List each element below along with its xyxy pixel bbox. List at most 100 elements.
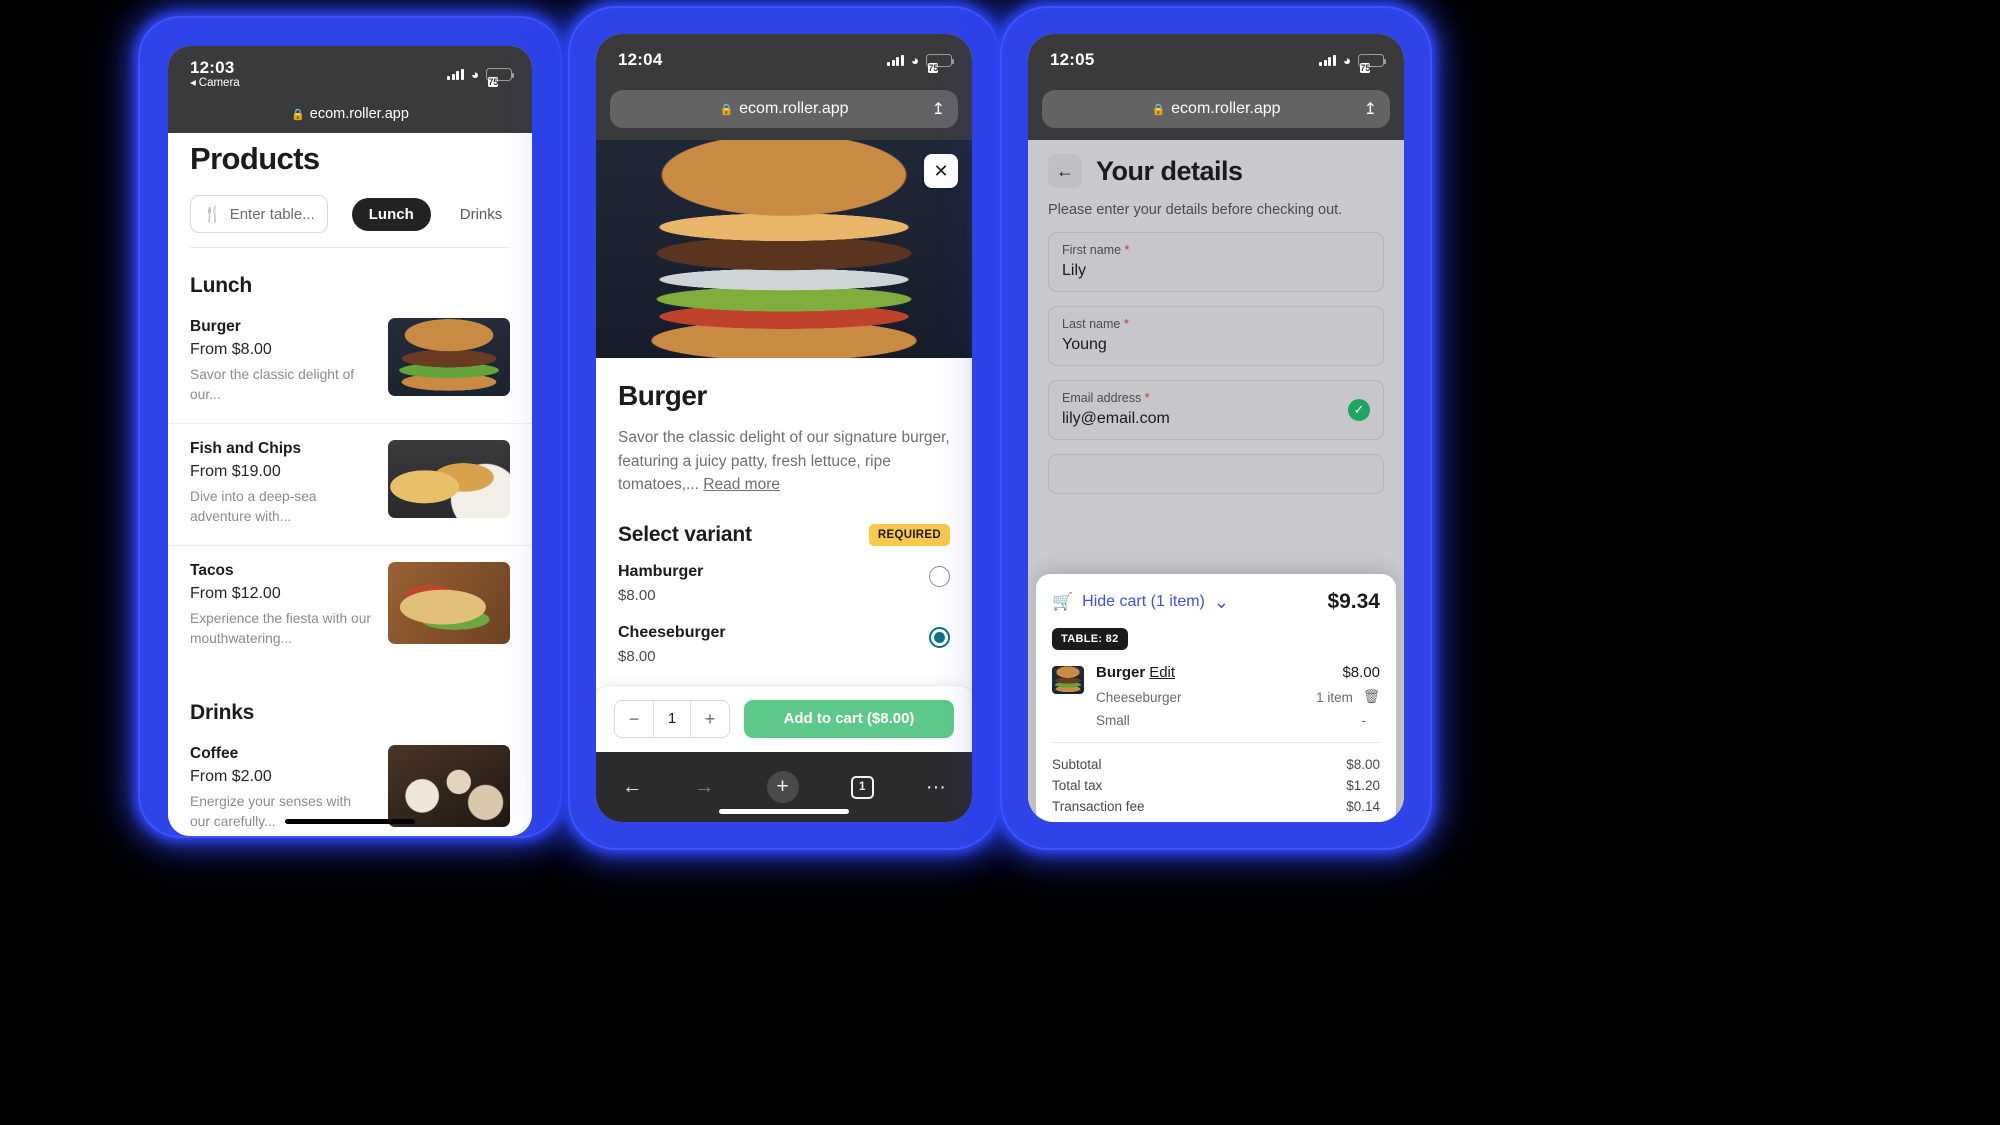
variant-info: Cheeseburger $8.00 <box>618 624 726 665</box>
field-label: Email address * <box>1062 391 1370 405</box>
status-right-1: ◕ 75 <box>447 66 515 87</box>
line-item-name: Burger <box>1096 664 1146 681</box>
table-input-placeholder: Enter table... <box>229 205 315 223</box>
checkout-header: ← Your details <box>1028 140 1404 188</box>
hide-cart-label: Hide cart (1 item) <box>1082 593 1205 610</box>
section-title-drinks: Drinks <box>190 701 255 724</box>
subtotal-value: $8.00 <box>1346 757 1380 772</box>
required-asterisk: * <box>1120 317 1129 331</box>
status-back-to-app[interactable]: ◂ Camera <box>190 77 240 89</box>
line-item-option-row: Small - <box>1096 713 1380 728</box>
next-field-partial[interactable] <box>1048 454 1384 494</box>
tax-row: Total tax $1.20 <box>1052 775 1380 796</box>
product-description: Savor the classic delight of our signatu… <box>618 426 950 497</box>
field-label: Last name * <box>1062 317 1370 331</box>
subtotal-label: Subtotal <box>1052 757 1102 772</box>
share-icon[interactable]: ↥ <box>1364 99 1377 119</box>
delete-icon[interactable]: 🗑 <box>1363 689 1380 705</box>
share-icon[interactable]: ↥ <box>932 99 945 119</box>
url-bar-1[interactable]: 🔒 ecom.roller.app <box>168 102 532 133</box>
url-bar-wrap-2: 🔒 ecom.roller.app ↥ <box>596 86 972 140</box>
product-price: From $8.00 <box>190 341 272 358</box>
product-info: Fish and Chips From $19.00 Dive into a d… <box>190 440 374 527</box>
add-to-cart-bar: − 1 + Add to cart ($8.00) <box>596 685 972 752</box>
product-title: Burger <box>618 380 707 411</box>
tab-count-icon[interactable]: 1 <box>850 775 874 799</box>
wifi-icon: ◕ <box>471 66 479 82</box>
product-row-tacos[interactable]: Tacos From $12.00 Experience the fiesta … <box>168 546 532 667</box>
variant-option-hamburger[interactable]: Hamburger $8.00 <box>618 547 950 608</box>
status-bar-3: 12:05 ◕ 75 <box>1028 34 1404 86</box>
phone-3-screen: 12:05 ◕ 75 🔒 ecom.roller.app ↥ ← Your de… <box>1028 34 1404 822</box>
cellular-signal-icon <box>887 54 905 66</box>
phone-1-screen: 12:03 ◂ Camera ◕ 75 🔒 ecom.roller.app Pr… <box>168 46 532 836</box>
line-item-variant-row: Cheeseburger 1 item 🗑 <box>1096 689 1380 705</box>
battery-level: 75 <box>928 62 939 73</box>
table-number-input[interactable]: 🍴 Enter table... <box>190 195 328 233</box>
radio-button[interactable] <box>929 565 950 587</box>
required-badge: REQUIRED <box>868 523 950 546</box>
hide-cart-toggle[interactable]: 🛒 Hide cart (1 item) ⌄ <box>1052 592 1229 612</box>
status-bar-2: 12:04 ◕ 75 <box>596 34 972 86</box>
product-row-burger[interactable]: Burger From $8.00 Savor the classic deli… <box>168 302 532 424</box>
product-info: Tacos From $12.00 Experience the fiesta … <box>190 562 374 649</box>
safari-toolbar-2: ← → + 1 ··· <box>596 752 972 822</box>
line-item-qty: 1 item <box>1316 689 1353 705</box>
product-name: Tacos <box>190 562 234 579</box>
page-title: Your details <box>1096 155 1243 186</box>
status-right-3: ◕ 75 <box>1319 53 1387 73</box>
decrement-button[interactable]: − <box>615 701 653 737</box>
category-tab-drinks[interactable]: Drinks <box>443 198 520 231</box>
line-item-qty-group: 1 item 🗑 <box>1316 689 1380 705</box>
product-info: Burger From $8.00 Savor the classic deli… <box>190 318 374 405</box>
quantity-value[interactable]: 1 <box>653 701 691 737</box>
line-item-price: $8.00 <box>1342 664 1380 681</box>
variant-option-cheeseburger[interactable]: Cheeseburger $8.00 <box>618 608 950 669</box>
category-tab-lunch[interactable]: Lunch <box>351 197 431 231</box>
close-icon[interactable]: ✕ <box>924 154 958 188</box>
browser-back-icon[interactable]: ← <box>622 776 642 799</box>
first-name-field[interactable]: First name * Lily <box>1048 232 1384 292</box>
fee-label: Transaction fee <box>1052 799 1145 814</box>
category-tab-kids[interactable]: Kid's r <box>531 198 532 231</box>
product-detail-body: Burger Savor the classic delight of our … <box>596 358 972 713</box>
increment-button[interactable]: + <box>691 701 729 737</box>
add-to-cart-button[interactable]: Add to cart ($8.00) <box>744 700 954 738</box>
product-description: Experience the fiesta with our mouthwate… <box>190 611 371 646</box>
home-indicator <box>719 809 849 814</box>
battery-icon: 75 <box>486 67 515 87</box>
product-name: Burger <box>190 318 241 335</box>
tax-label: Total tax <box>1052 778 1103 793</box>
wifi-icon: ◕ <box>911 52 919 68</box>
phone-3-frame: 12:05 ◕ 75 🔒 ecom.roller.app ↥ ← Your de… <box>1002 8 1430 848</box>
edit-link[interactable]: Edit <box>1149 664 1175 681</box>
product-row-fish-and-chips[interactable]: Fish and Chips From $19.00 Dive into a d… <box>168 424 532 546</box>
cart-header: 🛒 Hide cart (1 item) ⌄ $9.34 <box>1052 590 1380 614</box>
radio-button-selected[interactable] <box>929 626 950 648</box>
device-home-bar <box>285 819 415 824</box>
back-arrow-icon[interactable]: ← <box>1048 154 1082 188</box>
new-tab-icon[interactable]: + <box>766 771 799 803</box>
url-bar-2[interactable]: 🔒 ecom.roller.app ↥ <box>610 90 958 128</box>
browser-forward-icon[interactable]: → <box>694 776 714 799</box>
last-name-field[interactable]: Last name * Young <box>1048 306 1384 366</box>
valid-check-icon: ✓ <box>1348 399 1370 421</box>
url-bar-3[interactable]: 🔒 ecom.roller.app ↥ <box>1042 90 1390 128</box>
page-title: Products <box>190 141 320 176</box>
lock-icon: 🔒 <box>291 108 305 121</box>
filter-row: 🍴 Enter table... Lunch Drinks Kid's r <box>168 177 532 247</box>
quantity-stepper: − 1 + <box>614 700 730 738</box>
more-options-icon[interactable]: ··· <box>926 776 946 799</box>
table-badge: TABLE: 82 <box>1052 628 1128 650</box>
product-price: From $12.00 <box>190 585 281 602</box>
read-more-link[interactable]: Read more <box>703 476 780 493</box>
email-address-field[interactable]: Email address * lily@email.com ✓ <box>1048 380 1384 440</box>
variant-heading: Select variant <box>618 522 752 546</box>
phone-1-frame: 12:03 ◂ Camera ◕ 75 🔒 ecom.roller.app Pr… <box>140 18 560 836</box>
subtotal-row: Subtotal $8.00 <box>1052 754 1380 775</box>
product-name: Fish and Chips <box>190 440 302 457</box>
product-name: Coffee <box>190 745 239 762</box>
status-time: 12:03 <box>190 57 235 77</box>
chevron-down-icon: ⌄ <box>1213 592 1229 612</box>
variant-price: $8.00 <box>618 647 656 665</box>
